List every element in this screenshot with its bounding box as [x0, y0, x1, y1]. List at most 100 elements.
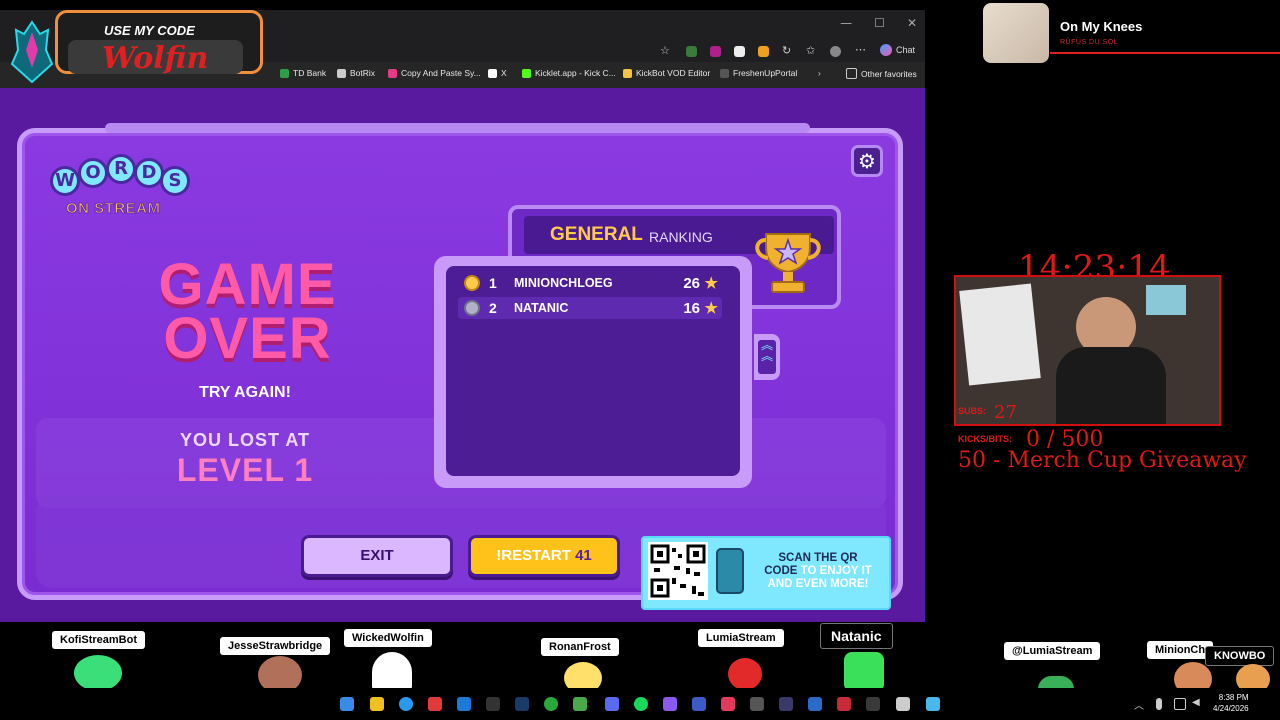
bookmark-label: KickBot VOD Editor — [636, 68, 711, 78]
app-icon[interactable] — [457, 697, 471, 711]
extension-icon[interactable] — [686, 46, 697, 57]
creator-code-label: USE MY CODE — [104, 23, 195, 38]
chatter-label: LumiaStream — [698, 629, 784, 647]
app-icon[interactable] — [926, 697, 940, 711]
settings-gear-icon[interactable]: ⚙ — [851, 145, 883, 177]
ranking-subtitle: RANKING — [649, 229, 713, 245]
game-over-title: GAME OVER — [158, 252, 337, 371]
album-art — [983, 3, 1049, 63]
player-score: 26 — [683, 275, 700, 292]
trophy-icon — [755, 233, 821, 293]
xbox-icon[interactable] — [544, 697, 558, 711]
panel-top-bar — [105, 123, 810, 133]
maximize-icon[interactable]: ☐ — [874, 16, 885, 30]
steam-icon[interactable] — [515, 697, 529, 711]
bookmark-kicklet[interactable]: Kicklet.app - Kick C... — [522, 68, 616, 78]
qr-text-highlight: AND EVEN MORE! — [767, 578, 869, 590]
bookmark-x[interactable]: X — [488, 68, 507, 78]
copilot-chat-button[interactable]: Chat — [879, 44, 915, 56]
logo-letter: R — [106, 154, 136, 184]
clock-time: 8:38 PM — [1218, 693, 1249, 702]
bookmark-botrix[interactable]: BotRix — [337, 68, 375, 78]
logo-subtitle: ON STREAM — [66, 200, 161, 218]
microphone-icon[interactable] — [1156, 698, 1162, 710]
close-icon[interactable]: ✕ — [907, 16, 917, 30]
network-icon[interactable] — [1174, 698, 1186, 710]
app-icon[interactable] — [721, 697, 735, 711]
app-icon[interactable] — [750, 697, 764, 711]
exit-button[interactable]: EXIT — [301, 535, 453, 577]
extension-icon[interactable] — [734, 46, 745, 57]
other-favorites[interactable]: Other favorites — [846, 68, 917, 79]
star-icon[interactable]: ☆ — [660, 44, 671, 57]
song-title: On My Knees — [1060, 19, 1143, 34]
goal-text: 50 - Merch Cup Giveaway — [958, 448, 1247, 473]
phone-icon — [716, 548, 744, 594]
app-icon[interactable] — [692, 697, 706, 711]
notes-icon[interactable] — [370, 697, 384, 711]
bookmark-kickbot[interactable]: KickBot VOD Editor — [623, 68, 710, 78]
bookmark-label: X — [501, 68, 507, 78]
bookmark-freshenup[interactable]: FreshenUpPortal — [720, 68, 797, 78]
logo-letter: S — [160, 166, 190, 196]
restart-count: 41 — [575, 547, 592, 564]
chevron-right-icon[interactable]: › — [818, 68, 821, 78]
subs-count: 27 — [994, 402, 1017, 423]
minimize-icon[interactable]: — — [840, 16, 852, 30]
try-again-text: TRY AGAIN! — [199, 384, 291, 401]
bookmark-label: TD Bank — [293, 68, 327, 78]
taskbar-clock[interactable]: 8:38 PM 4/24/2026 — [1213, 692, 1249, 714]
player-name: NATANIC — [514, 301, 569, 315]
chatter-label: KNOWBO — [1205, 646, 1275, 666]
ranking-title: GENERAL — [550, 224, 643, 245]
chevron-up-icon[interactable]: ︽ ︽ — [758, 339, 776, 374]
player-name: MINIONCHLOEG — [514, 276, 613, 290]
kicklet-icon — [522, 68, 531, 78]
qr-text-line: SCAN THE QR — [778, 552, 858, 564]
profile-icon[interactable] — [830, 46, 841, 57]
qr-promo-text: SCAN THE QR CODE TO ENJOY IT AND EVEN MO… — [750, 552, 886, 591]
spotify-icon[interactable] — [634, 697, 648, 711]
minecraft-icon[interactable] — [573, 697, 587, 711]
freshenup-icon — [720, 68, 729, 78]
vivaldi-icon[interactable] — [428, 697, 442, 711]
song-progress-bar — [1050, 52, 1280, 54]
volume-icon[interactable]: ◀ — [1192, 697, 1200, 708]
app-icon[interactable] — [896, 697, 910, 711]
app-icon[interactable] — [837, 697, 851, 711]
app-icon[interactable] — [663, 697, 677, 711]
ranking-row: 1 MINIONCHLOEG 26 ★ — [458, 272, 722, 294]
wolf-logo-icon — [10, 20, 54, 84]
qr-code-icon — [648, 542, 708, 600]
app-icon[interactable] — [779, 697, 793, 711]
extension-icon[interactable] — [710, 46, 721, 57]
app-icon[interactable] — [866, 697, 880, 711]
edge-icon[interactable] — [399, 697, 413, 711]
extension-icon[interactable] — [758, 46, 769, 57]
more-icon[interactable]: ⋯ — [855, 43, 866, 56]
chatter-label: Natanic — [820, 623, 893, 649]
logo-letter: O — [78, 158, 108, 188]
app-icon[interactable] — [808, 697, 822, 711]
chat-label: Chat — [895, 45, 915, 55]
words-on-stream-logo: W O R D S ON STREAM — [48, 154, 198, 226]
window-controls: — ☐ ✕ — [840, 16, 917, 30]
creator-code-name: Wolfin — [102, 41, 209, 76]
start-icon[interactable] — [340, 697, 354, 711]
qr-text-highlight: TO ENJOY IT — [800, 565, 872, 577]
bookmark-copy-paste[interactable]: Copy And Paste Sy... — [388, 68, 481, 78]
ghost-avatar — [372, 652, 412, 692]
chevron-up-icon[interactable]: ︿ — [1134, 697, 1144, 712]
restart-button[interactable]: !RESTART 41 — [468, 535, 620, 577]
discord-icon[interactable] — [605, 697, 619, 711]
chatter-label: JesseStrawbridge — [220, 637, 331, 655]
fish-tank — [1146, 285, 1186, 315]
kickbot-icon — [623, 68, 632, 78]
favorites-icon[interactable]: ✩ — [806, 44, 817, 57]
bookmark-td-bank[interactable]: TD Bank — [280, 68, 326, 78]
refresh-icon[interactable]: ↻ — [782, 44, 793, 57]
star-icon: ★ — [704, 300, 718, 317]
epic-games-icon[interactable] — [486, 697, 500, 711]
level-value: LEVEL 1 — [176, 452, 314, 488]
rank-number: 1 — [489, 275, 497, 291]
